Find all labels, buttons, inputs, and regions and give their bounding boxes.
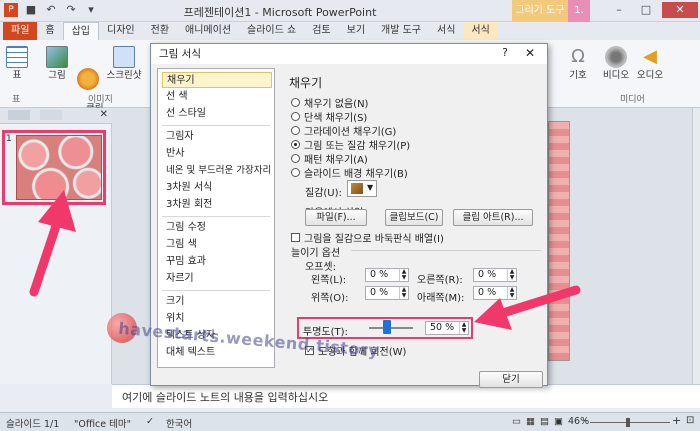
arrow-to-thumbnail <box>29 190 76 297</box>
annotation-arrows <box>29 190 581 330</box>
arrow-to-transparency <box>474 285 581 330</box>
